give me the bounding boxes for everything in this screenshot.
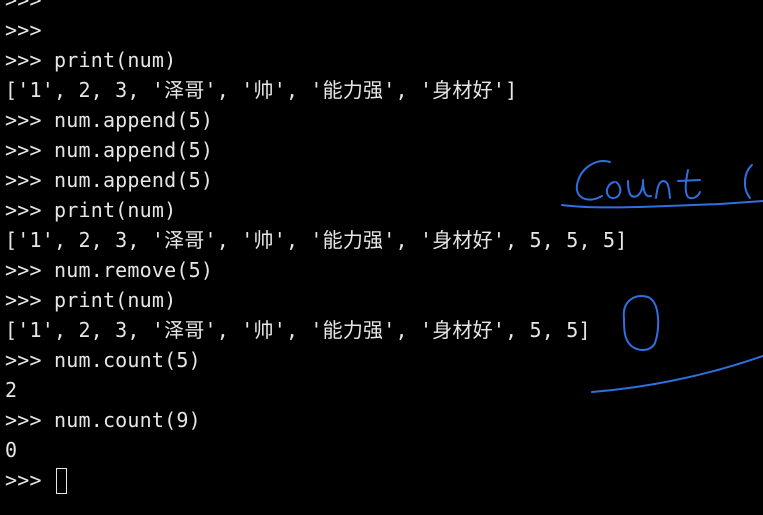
terminal-line: >>> num.append(5) <box>5 105 763 135</box>
prompt: >>> <box>5 108 42 132</box>
prompt: >>> <box>5 198 42 222</box>
terminal-output-line: ['1', 2, 3, '泽哥', '帅', '能力强', '身材好'] <box>5 75 763 105</box>
terminal-output-line: 0 <box>5 435 763 465</box>
terminal-output-line: ['1', 2, 3, '泽哥', '帅', '能力强', '身材好', 5, … <box>5 315 763 345</box>
text-cursor[interactable] <box>55 467 67 494</box>
line-text: ['1', 2, 3, '泽哥', '帅', '能力强', '身材好'] <box>5 78 518 102</box>
terminal-line: >>> num.remove(5) <box>5 255 763 285</box>
terminal-line: >>> print(num) <box>5 195 763 225</box>
terminal-line: >>> num.append(5) <box>5 135 763 165</box>
prompt: >>> <box>5 138 42 162</box>
line-text: num.remove(5) <box>41 258 214 282</box>
terminal-line: >>> num.count(5) <box>5 345 763 375</box>
line-text <box>42 468 54 492</box>
terminal-output-line: ['1', 2, 3, '泽哥', '帅', '能力强', '身材好', 5, … <box>5 225 763 255</box>
terminal-window[interactable]: >>> >>> >>> print(num) ['1', 2, 3, '泽哥',… <box>5 0 763 515</box>
prompt: >>> <box>5 468 42 492</box>
line-text: ['1', 2, 3, '泽哥', '帅', '能力强', '身材好', 5, … <box>5 228 628 252</box>
prompt: >>> <box>5 258 42 282</box>
line-text: ['1', 2, 3, '泽哥', '帅', '能力强', '身材好', 5, … <box>5 318 591 342</box>
line-text: num.append(5) <box>41 108 214 132</box>
line-text: print(num) <box>41 288 177 312</box>
terminal-line: >>> num.append(5) <box>5 165 763 195</box>
line-text: 2 <box>5 378 18 402</box>
prompt: >>> <box>5 408 42 432</box>
prompt: >>> <box>5 48 42 72</box>
terminal-line: >>> print(num) <box>5 285 763 315</box>
prompt: >>> <box>5 288 42 312</box>
prompt: >>> <box>5 18 42 42</box>
terminal-line: >>> print(num) <box>5 45 763 75</box>
prompt: >>> <box>5 168 42 192</box>
line-text: num.count(9) <box>41 408 201 432</box>
terminal-input-line[interactable]: >>> <box>5 465 763 495</box>
terminal-line: >>> num.count(9) <box>5 405 763 435</box>
prompt: >>> <box>5 0 42 12</box>
line-text: print(num) <box>41 198 177 222</box>
terminal-output-line: 2 <box>5 375 763 405</box>
line-text: 0 <box>5 438 18 462</box>
line-text: num.count(5) <box>41 348 201 372</box>
line-text: num.append(5) <box>41 168 214 192</box>
prompt: >>> <box>5 348 42 372</box>
line-text: num.append(5) <box>41 138 214 162</box>
terminal-line: >>> <box>5 15 763 45</box>
terminal-line: >>> <box>5 0 763 15</box>
line-text: print(num) <box>41 48 177 72</box>
